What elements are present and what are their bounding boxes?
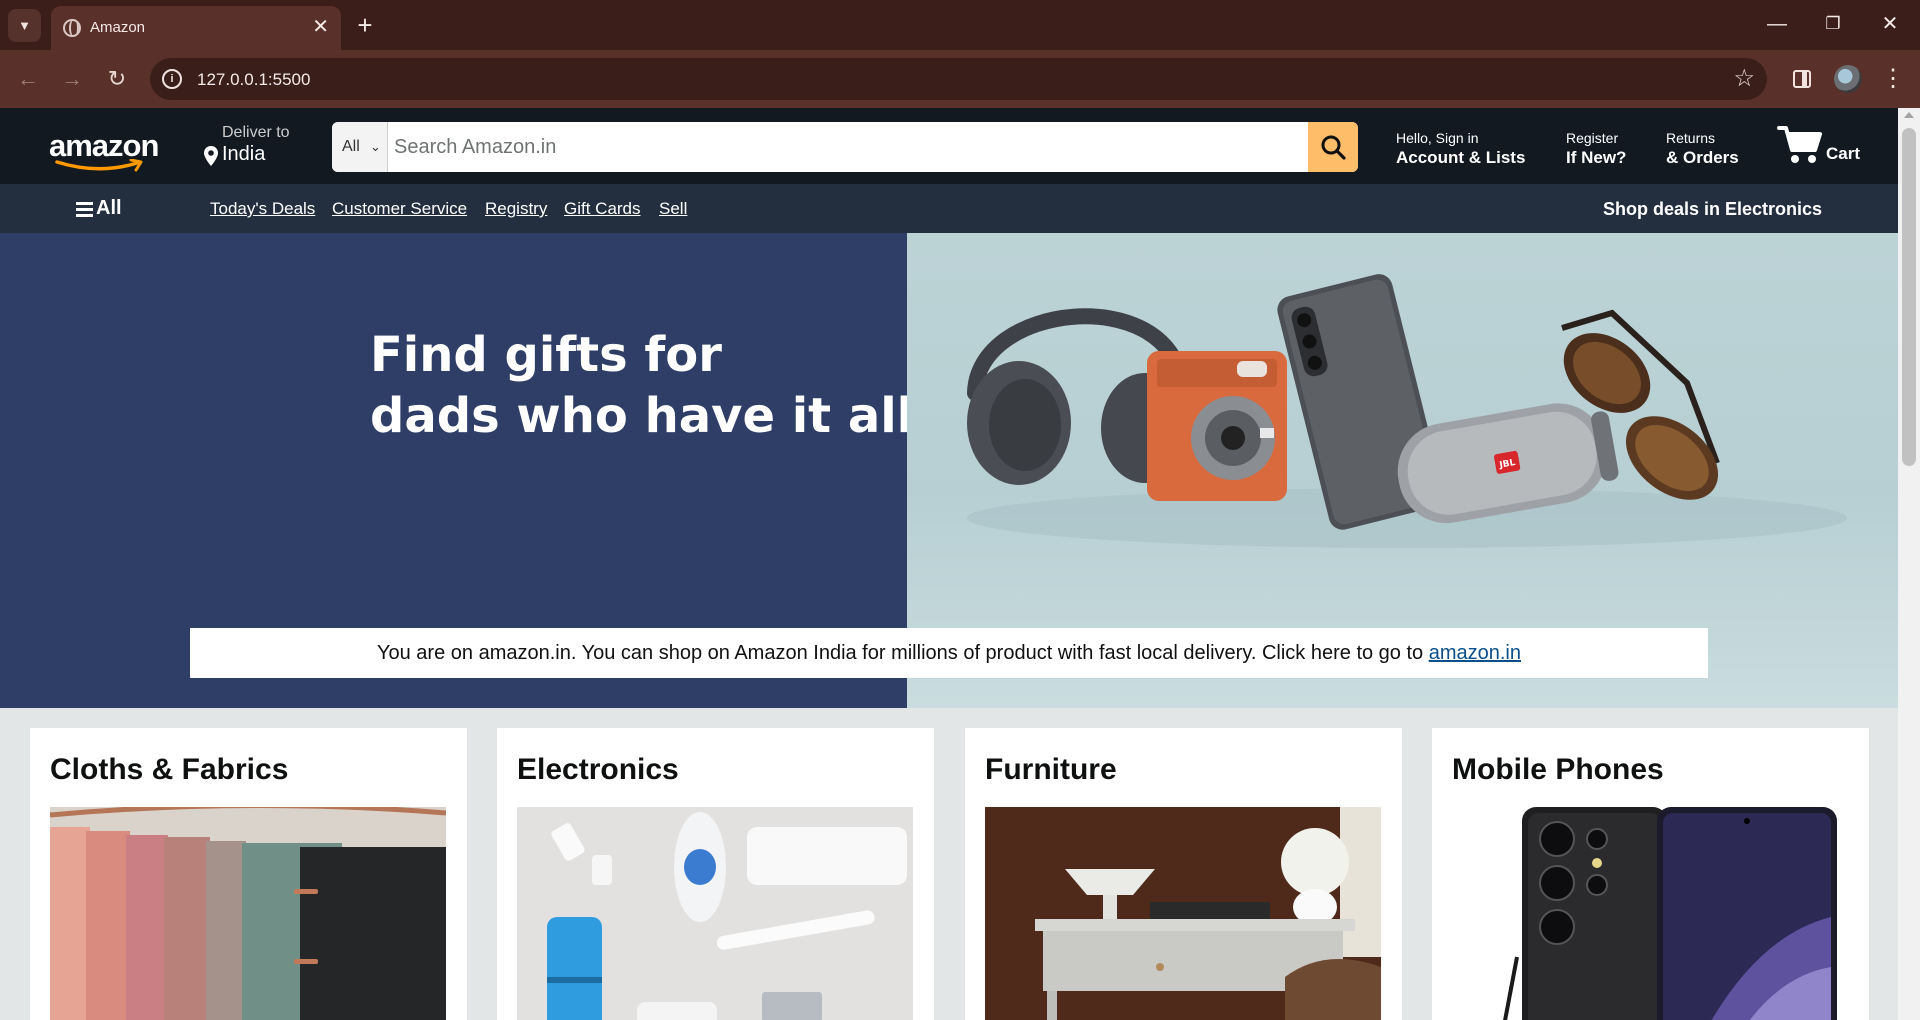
bookmark-star-icon[interactable]: ☆ [1733, 64, 1755, 94]
tab-title: Amazon [90, 19, 146, 36]
scroll-up-arrow-icon[interactable] [1904, 112, 1914, 118]
category-title: Electronics [517, 753, 679, 786]
cart-label: Cart [1826, 144, 1861, 163]
register-label: Register [1566, 130, 1619, 146]
fabrics-image [50, 807, 446, 1020]
register-link[interactable]: Register If New? [1566, 130, 1626, 168]
close-tab-icon[interactable]: ✕ [312, 15, 329, 39]
amazon-subnav: All Today's Deals Customer Service Regis… [0, 184, 1898, 233]
subnav-link-todays-deals[interactable]: Today's Deals [210, 199, 315, 219]
browser-tab[interactable]: Amazon ✕ [51, 6, 341, 50]
search-bar: All ⌄ [332, 122, 1358, 172]
smile-arrow-icon [55, 159, 143, 172]
search-input[interactable] [390, 122, 1295, 172]
amazon-india-notice: You are on amazon.in. You can shop on Am… [190, 628, 1708, 678]
profile-avatar[interactable] [1834, 65, 1862, 93]
side-panel-icon [1793, 70, 1811, 88]
category-title: Furniture [985, 753, 1117, 786]
globe-icon [63, 19, 81, 37]
page-scrollbar[interactable] [1898, 108, 1920, 1020]
browser-tab-strip: ▼ Amazon ✕ + — ❐ ✕ [0, 0, 1920, 50]
search-category-value: All [342, 138, 360, 155]
minimize-icon[interactable]: — [1757, 10, 1797, 38]
subnav-link-gift-cards[interactable]: Gift Cards [564, 199, 641, 219]
subnav-link-registry[interactable]: Registry [485, 199, 547, 219]
category-card-electronics[interactable]: Electronics [497, 728, 934, 1020]
back-icon[interactable]: ← [12, 63, 44, 95]
category-title: Mobile Phones [1452, 753, 1664, 786]
orders-label: & Orders [1666, 148, 1739, 167]
menu-kebab-icon[interactable]: ⋮ [1878, 64, 1908, 94]
amazon-logo[interactable]: amazon [49, 128, 159, 172]
scrollbar-thumb[interactable] [1902, 128, 1916, 466]
hero-title: Find gifts for dads who have it all [370, 325, 913, 447]
chevron-down-icon: ▼ [18, 18, 31, 33]
search-icon [1321, 135, 1346, 160]
subnav-link-customer-service[interactable]: Customer Service [332, 199, 467, 219]
cart-icon [1777, 126, 1822, 163]
browser-toolbar: ← → ↻ i 127.0.0.1:5500 ☆ ⋮ [0, 50, 1920, 108]
forward-icon[interactable]: → [56, 63, 88, 95]
tab-search-button[interactable]: ▼ [8, 9, 41, 42]
chevron-down-icon: ⌄ [370, 139, 381, 154]
hero-title-line1: Find gifts for [370, 327, 722, 383]
url-text[interactable]: 127.0.0.1:5500 [197, 70, 310, 90]
search-button[interactable] [1308, 122, 1358, 172]
close-window-icon[interactable]: ✕ [1870, 10, 1910, 38]
address-bar[interactable]: i 127.0.0.1:5500 ☆ [150, 58, 1767, 100]
reload-icon[interactable]: ↻ [101, 63, 133, 95]
category-card-cloths[interactable]: Cloths & Fabrics [30, 728, 467, 1020]
category-title: Cloths & Fabrics [50, 753, 289, 786]
restore-icon[interactable]: ❐ [1813, 10, 1853, 38]
logo-text: amazon [49, 128, 159, 163]
deliver-to-label: Deliver to [222, 124, 290, 141]
account-greeting: Hello, Sign in [1396, 130, 1479, 146]
deliver-location: India [222, 143, 266, 165]
site-info-icon[interactable]: i [162, 69, 182, 89]
amazon-in-link[interactable]: amazon.in [1429, 642, 1521, 664]
returns-label: Returns [1666, 130, 1716, 146]
search-category-select[interactable]: All ⌄ [332, 122, 388, 172]
electronics-deals-promo[interactable]: Shop deals in Electronics [1603, 199, 1822, 220]
electronics-image [517, 807, 913, 1020]
hero-title-line2: dads who have it all [370, 388, 914, 444]
furniture-image [985, 807, 1381, 1020]
category-card-mobile-phones[interactable]: Mobile Phones [1432, 728, 1869, 1020]
location-pin-icon [204, 146, 218, 166]
notice-text: You are on amazon.in. You can shop on Am… [377, 642, 1429, 664]
account-lists-link[interactable]: Hello, Sign in Account & Lists [1396, 130, 1525, 168]
amazon-header: amazon Deliver to India All ⌄ Hello, Sig… [0, 108, 1898, 184]
hamburger-icon [76, 201, 93, 217]
mobile-phones-image [1452, 807, 1848, 1020]
all-menu-button[interactable]: All [76, 197, 122, 220]
account-lists-label: Account & Lists [1396, 148, 1526, 167]
side-panel-button[interactable] [1787, 64, 1817, 94]
subnav-link-sell[interactable]: Sell [659, 199, 687, 219]
hero-banner[interactable]: Find gifts for dads who have it all JBL … [0, 233, 1898, 708]
returns-orders-link[interactable]: Returns & Orders [1666, 130, 1739, 168]
register-subtitle: If New? [1566, 148, 1627, 167]
new-tab-button[interactable]: + [350, 10, 380, 40]
category-card-furniture[interactable]: Furniture [965, 728, 1402, 1020]
cart-button[interactable]: Cart [1777, 124, 1867, 170]
all-menu-label: All [96, 197, 122, 219]
instant-camera-image [1147, 351, 1287, 501]
